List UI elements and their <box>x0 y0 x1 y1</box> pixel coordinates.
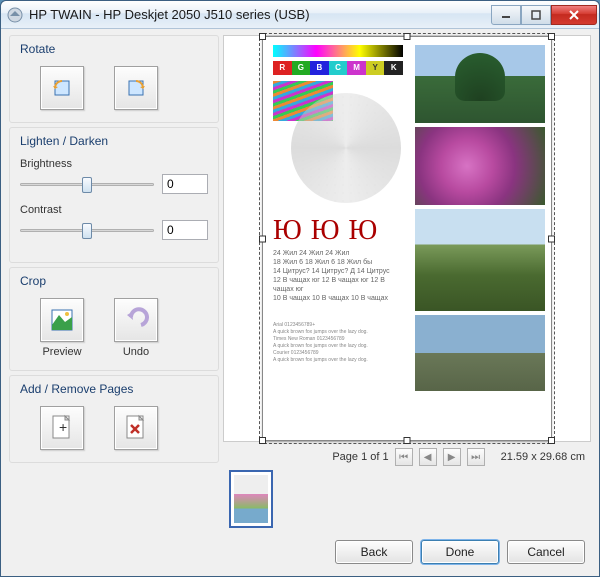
undo-button[interactable] <box>114 298 158 342</box>
crop-title: Crop <box>20 274 208 288</box>
photo-flower <box>415 127 545 205</box>
crop-handle-t[interactable] <box>404 33 411 40</box>
pager: Page 1 of 1 ⏮ ◀ ▶ ⏭ 21.59 x 29.68 cm <box>223 442 591 470</box>
photo-tree <box>415 45 545 123</box>
last-page-button[interactable]: ⏭ <box>467 448 485 466</box>
pages-title: Add / Remove Pages <box>20 382 208 396</box>
spirograph <box>291 93 401 203</box>
preview-area[interactable]: R G B C M Y K Ю Ю Ю 24 Жил 24 <box>223 35 591 442</box>
titlebar[interactable]: HP TWAIN - HP Deskjet 2050 J510 series (… <box>1 1 599 29</box>
first-icon: ⏮ <box>399 452 408 463</box>
minimize-button[interactable] <box>491 5 521 25</box>
scan-tiny-text: Arial 0123456789+ A quick brown fox jump… <box>273 322 403 364</box>
right-panel: R G B C M Y K Ю Ю Ю 24 Жил 24 <box>223 35 591 532</box>
thumbnail-row <box>223 470 591 532</box>
page-dimensions: 21.59 x 29.68 cm <box>501 451 585 463</box>
lighten-title: Lighten / Darken <box>20 134 208 148</box>
crop-handle-b[interactable] <box>404 437 411 444</box>
photo-birds <box>415 315 545 391</box>
crop-group: Crop Preview Undo <box>9 267 219 371</box>
rotate-title: Rotate <box>20 42 208 56</box>
close-button[interactable] <box>551 5 597 25</box>
pages-group: Add / Remove Pages + <box>9 375 219 463</box>
svg-text:+: + <box>59 419 67 435</box>
crop-handle-tl[interactable] <box>259 33 266 40</box>
undo-label: Undo <box>123 346 149 358</box>
rotate-left-button[interactable] <box>40 66 84 110</box>
left-panel: Rotate Lighten / Darken Brightness <box>9 35 219 532</box>
undo-icon <box>123 307 149 333</box>
contrast-slider[interactable] <box>20 220 154 240</box>
prev-icon: ◀ <box>424 452 432 463</box>
page-indicator: Page 1 of 1 <box>332 451 388 463</box>
dialog-window: HP TWAIN - HP Deskjet 2050 J510 series (… <box>0 0 600 577</box>
close-icon <box>568 9 580 21</box>
crop-handle-tr[interactable] <box>548 33 555 40</box>
scan-lines: 24 Жил 24 Жил 24 Жил 18 Жил 6 18 Жил 6 1… <box>273 249 403 304</box>
crop-handle-bl[interactable] <box>259 437 266 444</box>
crop-handle-l[interactable] <box>259 235 266 242</box>
color-bar <box>273 45 403 57</box>
rotate-left-icon <box>49 75 75 101</box>
rotate-right-button[interactable] <box>114 66 158 110</box>
maximize-button[interactable] <box>521 5 551 25</box>
prev-page-button[interactable]: ◀ <box>419 448 437 466</box>
scan-page[interactable]: R G B C M Y K Ю Ю Ю 24 Жил 24 <box>262 36 552 441</box>
contrast-input[interactable] <box>162 220 208 240</box>
window-title: HP TWAIN - HP Deskjet 2050 J510 series (… <box>29 7 491 22</box>
photo-forest <box>415 209 545 311</box>
remove-page-icon <box>124 414 148 442</box>
content-area: Rotate Lighten / Darken Brightness <box>1 29 599 532</box>
scan-big-text: Ю Ю Ю <box>273 215 378 247</box>
contrast-label: Contrast <box>20 204 208 216</box>
footer: Back Done Cancel <box>1 532 599 576</box>
lighten-group: Lighten / Darken Brightness Contrast <box>9 127 219 263</box>
back-button[interactable]: Back <box>335 540 413 564</box>
done-button[interactable]: Done <box>421 540 499 564</box>
preview-label: Preview <box>42 346 81 358</box>
brightness-label: Brightness <box>20 158 208 170</box>
preview-button[interactable] <box>40 298 84 342</box>
brightness-input[interactable] <box>162 174 208 194</box>
add-page-icon: + <box>50 414 74 442</box>
minimize-icon <box>501 10 511 20</box>
add-page-button[interactable]: + <box>40 406 84 450</box>
next-page-button[interactable]: ▶ <box>443 448 461 466</box>
app-icon <box>7 7 23 23</box>
next-icon: ▶ <box>448 452 456 463</box>
first-page-button[interactable]: ⏮ <box>395 448 413 466</box>
cancel-button[interactable]: Cancel <box>507 540 585 564</box>
window-controls <box>491 5 597 25</box>
page-thumbnail[interactable] <box>229 470 273 528</box>
remove-page-button[interactable] <box>114 406 158 450</box>
rgb-bar: R G B C M Y K <box>273 61 403 75</box>
rotate-right-icon <box>123 75 149 101</box>
preview-icon <box>49 307 75 333</box>
maximize-icon <box>531 10 541 20</box>
brightness-slider[interactable] <box>20 174 154 194</box>
crop-handle-br[interactable] <box>548 437 555 444</box>
last-icon: ⏭ <box>471 452 480 463</box>
crop-handle-r[interactable] <box>548 235 555 242</box>
rotate-group: Rotate <box>9 35 219 123</box>
